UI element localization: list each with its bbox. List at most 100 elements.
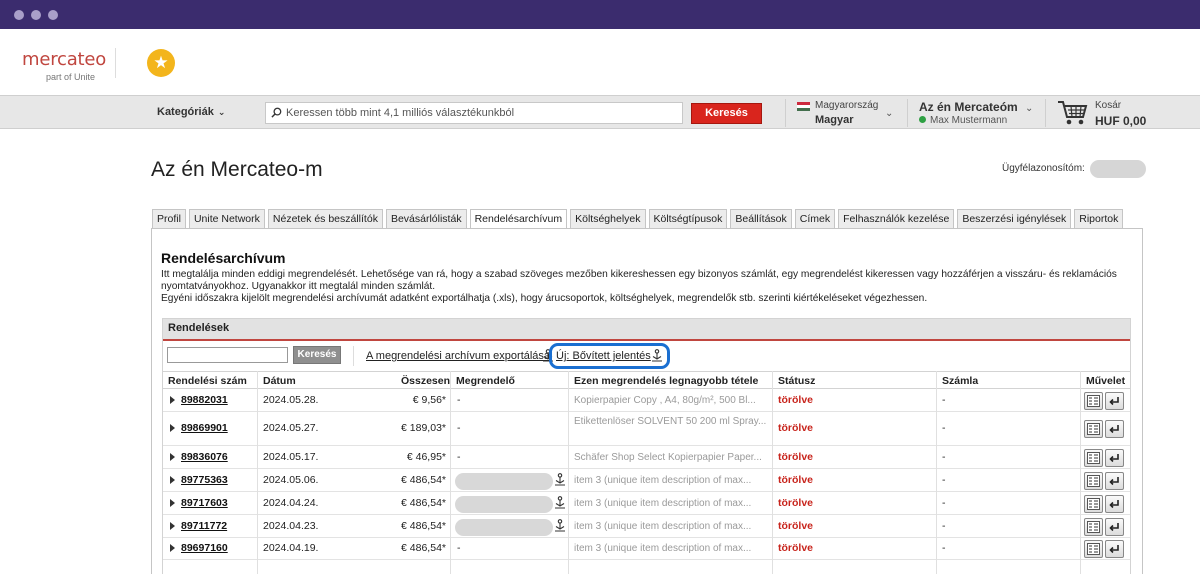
page-title: Az én Mercateo-m <box>151 158 323 181</box>
return-order-button[interactable] <box>1105 540 1124 558</box>
order-details-button[interactable] <box>1084 392 1103 410</box>
table-row: 89882031 2024.05.28. € 9,56* - Kopierpapier … <box>163 390 1130 412</box>
orderer-name-redacted <box>455 496 553 513</box>
search-button[interactable]: Keresés <box>691 103 762 124</box>
tab-views-suppliers[interactable]: Nézetek és beszállítók <box>267 209 383 228</box>
col-total[interactable]: Összesen <box>401 375 450 387</box>
order-search-input[interactable] <box>167 347 288 363</box>
table-row: 89697160 2024.04.19. € 486,54* - item 3 (uni… <box>163 538 1130 560</box>
return-order-button[interactable] <box>1105 392 1124 410</box>
order-details-button[interactable] <box>1084 518 1103 536</box>
tab-addresses[interactable]: Címek <box>794 209 836 228</box>
export-archive-link[interactable]: A megrendelési archívum exportálása <box>366 350 550 362</box>
tab-settings[interactable]: Beállítások <box>730 209 792 228</box>
expand-row-icon[interactable] <box>170 499 175 507</box>
info-pin-icon[interactable] <box>554 519 566 535</box>
extended-report-link[interactable]: Új: Bővített jelentés <box>556 350 651 362</box>
order-details-button[interactable] <box>1084 472 1103 490</box>
order-total: € 486,54* <box>401 474 446 486</box>
order-details-button[interactable] <box>1084 449 1103 467</box>
order-number-link[interactable]: 89882031 <box>181 394 228 406</box>
search-box <box>265 102 683 124</box>
return-order-button[interactable] <box>1105 420 1124 438</box>
orderer-name: - <box>457 422 461 434</box>
shopping-cart-icon <box>1058 101 1088 125</box>
col-status[interactable]: Státusz <box>778 375 815 387</box>
customer-id-label: Ügyfélazonosítóm: <box>1002 163 1085 174</box>
order-details-button[interactable] <box>1084 495 1103 513</box>
order-number-link[interactable]: 89836076 <box>181 451 228 463</box>
invoice-value: - <box>942 497 946 509</box>
search-input[interactable] <box>286 106 678 120</box>
account-menu[interactable]: Az én Mercateóm Max Mustermann ⌄ <box>919 99 1037 127</box>
tab-shopping-lists[interactable]: Bevásárlólisták <box>385 209 467 228</box>
tab-user-management[interactable]: Felhasználók kezelése <box>838 209 955 228</box>
categories-menu[interactable]: Kategóriák ⌄ <box>157 106 225 118</box>
account-tabs: Profil Unite Network Nézetek és beszállí… <box>152 209 1126 229</box>
tab-unite-network[interactable]: Unite Network <box>188 209 265 228</box>
tab-reports[interactable]: Riportok <box>1074 209 1124 228</box>
return-order-button[interactable] <box>1105 472 1124 490</box>
order-total: € 9,56* <box>412 394 446 406</box>
window-dot-icon[interactable] <box>14 10 24 20</box>
order-date: 2024.04.23. <box>263 520 319 532</box>
invoice-value: - <box>942 474 946 486</box>
invoice-value: - <box>942 451 946 463</box>
tab-cost-centers[interactable]: Költséghelyek <box>570 209 646 228</box>
return-order-button[interactable] <box>1105 449 1124 467</box>
order-number-link[interactable]: 89775363 <box>181 474 228 486</box>
chevron-down-icon: ⌄ <box>217 107 226 117</box>
order-total: € 486,54* <box>401 520 446 532</box>
info-pin-icon[interactable] <box>554 473 566 489</box>
orderer-name-redacted <box>455 519 553 536</box>
col-date[interactable]: Dátum <box>263 375 296 387</box>
tab-order-archive[interactable]: Rendelésarchívum <box>469 209 568 229</box>
section-intro: Itt megtalálja minden eddigi megrendelés… <box>161 269 1136 305</box>
country-selector[interactable]: Magyarország Magyar ⌄ <box>797 99 901 127</box>
status-badge: törölve <box>778 542 814 554</box>
info-pin-icon[interactable] <box>554 496 566 512</box>
window-dot-icon[interactable] <box>31 10 41 20</box>
expand-row-icon[interactable] <box>170 424 175 432</box>
return-order-button[interactable] <box>1105 495 1124 513</box>
mercateo-logo[interactable]: mercateo part of Unite <box>22 49 112 83</box>
info-pin-icon[interactable] <box>651 349 663 362</box>
top-item-description: Schäfer Shop Select Kopierpapier Paper..… <box>574 452 762 463</box>
invoice-value: - <box>942 542 946 554</box>
account-title: Az én Mercateóm <box>919 100 1018 114</box>
expand-row-icon[interactable] <box>170 522 175 530</box>
status-badge: törölve <box>778 394 814 406</box>
status-badge: törölve <box>778 451 814 463</box>
tab-cost-types[interactable]: Költségtípusok <box>648 209 728 228</box>
nav-divider <box>785 99 786 127</box>
account-user-name: Max Mustermann <box>930 115 1008 126</box>
status-badge: törölve <box>778 474 814 486</box>
top-item-description: item 3 (unique item description of max..… <box>574 498 752 509</box>
window-dot-icon[interactable] <box>48 10 58 20</box>
cart-button[interactable]: Kosár HUF 0,00 <box>1057 99 1167 128</box>
order-total: € 189,03* <box>401 422 446 434</box>
order-number-link[interactable]: 89711772 <box>181 520 227 532</box>
star-icon[interactable]: ★ <box>147 49 175 77</box>
expand-row-icon[interactable] <box>170 476 175 484</box>
order-details-button[interactable] <box>1084 540 1103 558</box>
col-orderer[interactable]: Megrendelő <box>456 375 515 387</box>
table-row: 89836076 2024.05.17. € 46,95* - Schäfer Shop… <box>163 446 1130 469</box>
order-date: 2024.04.24. <box>263 497 319 509</box>
expand-row-icon[interactable] <box>170 396 175 404</box>
column-divider <box>1080 371 1081 574</box>
return-order-button[interactable] <box>1105 518 1124 536</box>
order-number-link[interactable]: 89717603 <box>181 497 228 509</box>
expand-row-icon[interactable] <box>170 544 175 552</box>
col-order-no[interactable]: Rendelési szám <box>168 375 247 387</box>
order-details-button[interactable] <box>1084 420 1103 438</box>
order-number-link[interactable]: 89869901 <box>181 422 228 434</box>
top-item-description: item 3 (unique item description of max..… <box>574 475 752 486</box>
expand-row-icon[interactable] <box>170 453 175 461</box>
order-number-link[interactable]: 89697160 <box>181 542 228 554</box>
order-search-button[interactable]: Keresés <box>293 346 341 364</box>
tab-purchase-requests[interactable]: Beszerzési igénylések <box>957 209 1072 228</box>
tab-profil[interactable]: Profil <box>152 209 186 228</box>
tab-content-panel: Rendelésarchívum Itt megtalálja minden e… <box>151 228 1143 574</box>
order-date: 2024.05.06. <box>263 474 319 486</box>
